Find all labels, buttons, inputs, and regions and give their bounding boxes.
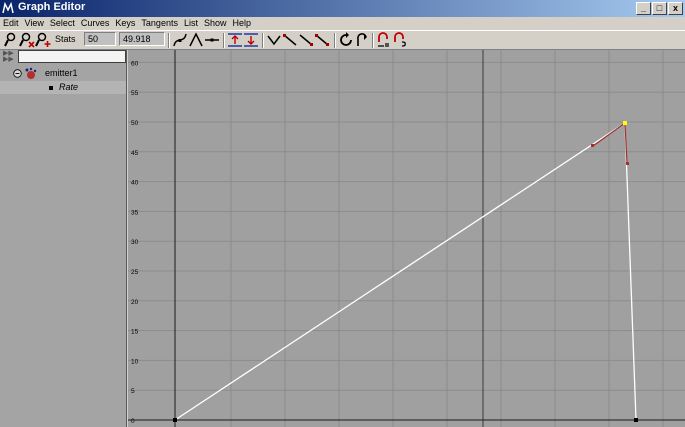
menu-tangents[interactable]: Tangents: [138, 17, 181, 30]
y-tick-label: 5: [131, 388, 135, 395]
y-tick-label: 10: [131, 358, 139, 365]
linear-tangent-icon[interactable]: [188, 32, 204, 48]
minimize-button[interactable]: _: [636, 2, 651, 15]
break-tangent-icon[interactable]: [354, 32, 370, 48]
toolbar: Stats: [0, 30, 685, 50]
attribute-bullet-icon: [49, 86, 53, 90]
frame-field[interactable]: [84, 32, 116, 46]
title-bar: Graph Editor _ □ x: [0, 0, 685, 17]
outliner-item-rate[interactable]: Rate: [0, 81, 126, 94]
outliner-panel: ▶▶ ▶▶ emitter1 Rate: [0, 50, 127, 427]
outliner-item-label: emitter1: [45, 68, 78, 78]
outliner-item-emitter[interactable]: emitter1: [0, 67, 126, 80]
menu-show[interactable]: Show: [201, 17, 230, 30]
fixed-tangent-icon[interactable]: [314, 32, 330, 48]
y-tick-label: 35: [131, 209, 139, 216]
maximize-button[interactable]: □: [652, 2, 667, 15]
flat-tangent-icon[interactable]: [204, 32, 220, 48]
graph-editor-app-icon: [2, 2, 14, 14]
menu-bar: Edit View Select Curves Keys Tangents Li…: [0, 17, 685, 30]
toolbar-separator: [334, 33, 336, 48]
insert-key-icon[interactable]: [19, 32, 35, 48]
y-tick-label: 15: [131, 329, 139, 336]
stats-label: Stats: [55, 34, 76, 44]
y-tick-label: 30: [131, 239, 139, 246]
value-field[interactable]: [119, 32, 165, 46]
y-tick-label: 55: [131, 90, 139, 97]
y-tick-label: 25: [131, 269, 139, 276]
filter-arrows-icon[interactable]: ▶▶ ▶▶: [3, 50, 17, 63]
keyframe-end[interactable]: [634, 418, 638, 422]
menu-edit[interactable]: Edit: [0, 17, 22, 30]
spline-tangent-icon[interactable]: [172, 32, 188, 48]
toolbar-separator: [223, 33, 225, 48]
outliner-filter-input[interactable]: [18, 50, 126, 63]
stepped-tangent-icon[interactable]: [282, 32, 298, 48]
cycle-icon[interactable]: [338, 32, 354, 48]
tangent-handle-in-point[interactable]: [591, 144, 594, 147]
y-tick-label: 45: [131, 150, 139, 157]
close-button[interactable]: x: [668, 2, 683, 15]
menu-select[interactable]: Select: [47, 17, 78, 30]
menu-list[interactable]: List: [181, 17, 201, 30]
collapse-icon[interactable]: [13, 69, 22, 78]
y-tick-label: 50: [131, 120, 139, 127]
outliner-item-label: Rate: [59, 82, 79, 92]
frame-all-icon[interactable]: [227, 32, 243, 48]
y-tick-label: 60: [131, 60, 139, 67]
menu-view[interactable]: View: [22, 17, 47, 30]
add-key-icon[interactable]: [35, 32, 51, 48]
keyframe-start[interactable]: [173, 418, 177, 422]
move-key-icon[interactable]: [3, 32, 19, 48]
toolbar-separator: [168, 33, 170, 48]
toolbar-separator: [372, 33, 374, 48]
y-tick-label: 40: [131, 180, 139, 187]
graph-canvas[interactable]: 0 5 10 15 20 25 30 35 40 45 50 55 60: [128, 50, 685, 427]
menu-help[interactable]: Help: [229, 17, 254, 30]
window-title: Graph Editor: [18, 1, 86, 13]
emitter-icon: [25, 67, 37, 79]
plateau-tangent-icon[interactable]: [298, 32, 314, 48]
tangent-handle-out-point[interactable]: [626, 162, 629, 165]
menu-keys[interactable]: Keys: [112, 17, 138, 30]
keyframe-selected[interactable]: [623, 121, 627, 125]
buffer-curve-icon[interactable]: [376, 32, 392, 48]
graph-view[interactable]: 0 5 10 15 20 25 30 35 40 45 50 55 60: [128, 50, 685, 427]
toolbar-separator: [262, 33, 264, 48]
y-tick-label: 0: [131, 418, 135, 425]
menu-curves[interactable]: Curves: [78, 17, 113, 30]
clamped-tangent-icon[interactable]: [266, 32, 282, 48]
frame-playback-icon[interactable]: [243, 32, 259, 48]
y-tick-label: 20: [131, 299, 139, 306]
swap-buffer-icon[interactable]: [392, 32, 408, 48]
